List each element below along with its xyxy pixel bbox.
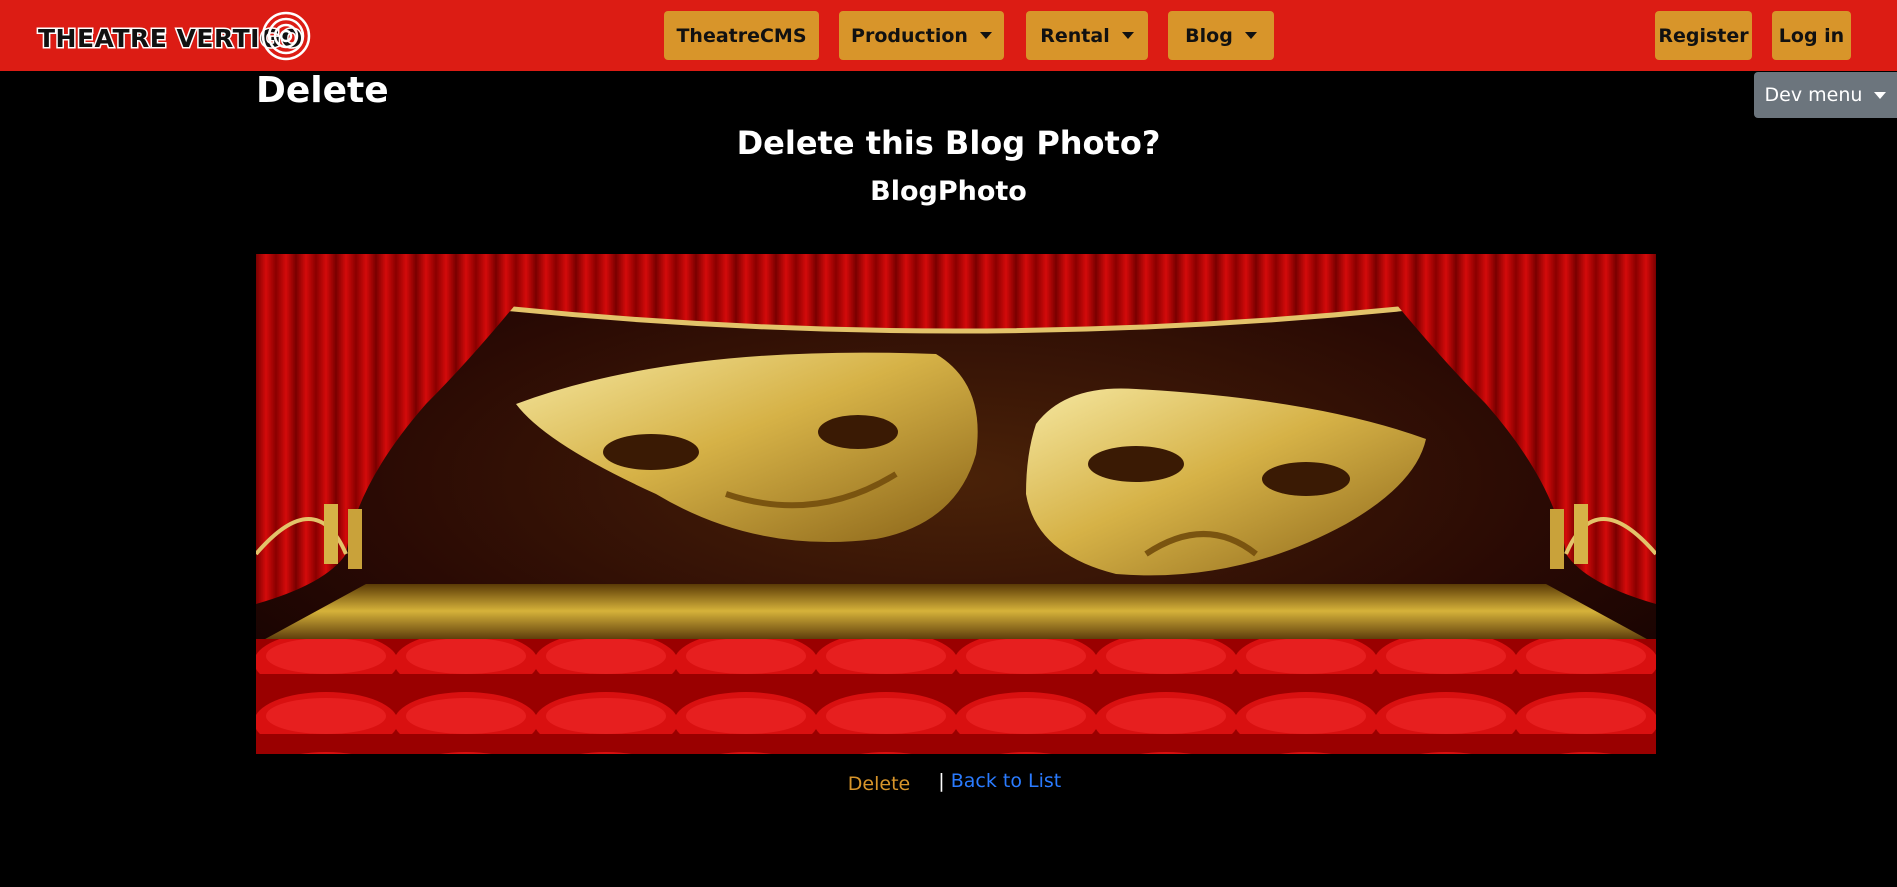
dev-menu-label: Dev menu: [1764, 84, 1863, 106]
chevron-down-icon: [1121, 32, 1134, 39]
navbar: THEATRE VERTIGO TheatreCMS Production Re…: [0, 0, 1897, 71]
page-title: Delete: [256, 70, 389, 111]
login-label: Log in: [1778, 24, 1845, 47]
nav-theatrecms-button[interactable]: TheatreCMS: [664, 11, 819, 60]
chevron-down-icon: [1874, 91, 1887, 99]
nav-rental-dropdown[interactable]: Rental: [1026, 11, 1148, 60]
chevron-down-icon: [1244, 32, 1257, 39]
nav-production-label: Production: [851, 24, 968, 47]
register-label: Register: [1658, 24, 1749, 47]
dev-menu-dropdown[interactable]: Dev menu: [1754, 72, 1897, 118]
back-to-list-link[interactable]: Back to List: [951, 770, 1062, 792]
delete-button[interactable]: Delete: [836, 767, 922, 801]
confirm-heading: Delete this Blog Photo?: [736, 124, 1161, 162]
nav-blog-dropdown[interactable]: Blog: [1168, 11, 1274, 60]
login-button[interactable]: Log in: [1772, 11, 1851, 60]
blog-photo-image: [256, 254, 1656, 754]
logo-rings-icon: [261, 11, 311, 61]
separator: |: [938, 770, 945, 792]
chevron-down-icon: [979, 32, 992, 39]
nav-theatrecms-label: TheatreCMS: [676, 24, 807, 47]
nav-rental-label: Rental: [1040, 24, 1110, 47]
brand-logo[interactable]: THEATRE VERTIGO: [37, 10, 311, 62]
nav-blog-label: Blog: [1185, 24, 1233, 47]
nav-production-dropdown[interactable]: Production: [839, 11, 1004, 60]
register-button[interactable]: Register: [1655, 11, 1752, 60]
theatre-masks-image: [256, 254, 1656, 754]
photo-label: BlogPhoto: [870, 176, 1027, 207]
actions-row: Delete | Back to List: [0, 764, 1897, 798]
